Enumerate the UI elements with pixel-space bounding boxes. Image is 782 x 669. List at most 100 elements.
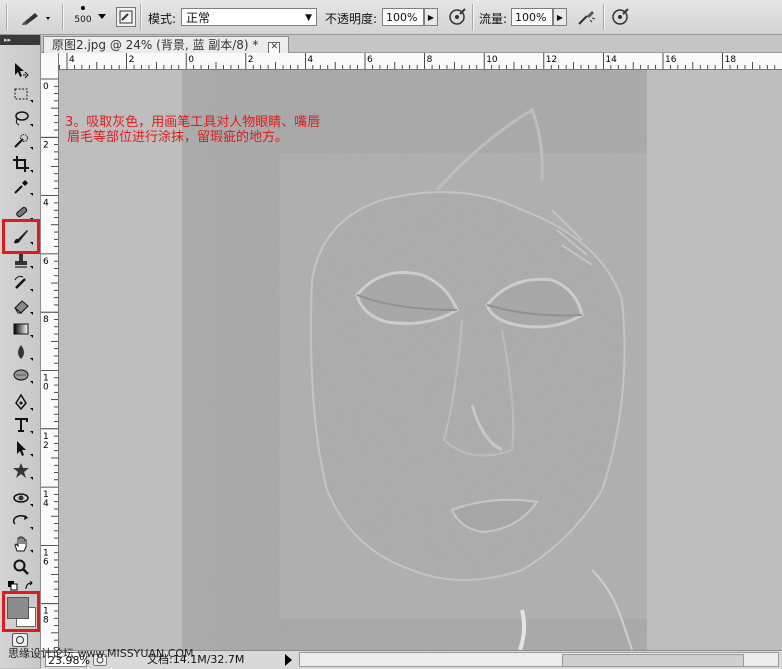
flow-label: 流量: [479,12,508,26]
options-bar: 500 模式: 正常 ▼ 不透明度: 100% ▶ 流量: 100% ▶ [0,0,782,35]
brush-panel-toggle-button[interactable] [116,7,136,27]
flow-pressure-button[interactable] [609,6,631,28]
ruler-label: 18 [725,55,737,65]
brush-preset-icon [22,13,50,26]
marquee-tool[interactable] [8,83,34,105]
eraser-tool[interactable] [8,295,34,317]
quick-select-tool[interactable] [8,130,34,152]
ruler-label: 16 [665,55,677,65]
flow-slider-button[interactable]: ▶ [553,8,567,26]
tutorial-annotation: 3。吸取灰色，用画笔工具对人物眼睛、嘴唇 眉毛等部位进行涂抹，留瑕疵的地方。 [65,115,320,145]
tools-panel: ▸▸ [0,35,41,668]
eyedropper-tool[interactable] [8,176,34,198]
path-select-tool[interactable] [8,437,34,459]
gradient-tool[interactable] [8,318,34,340]
shape-tool[interactable] [8,460,34,482]
type-tool[interactable] [8,414,34,436]
lasso-icon [15,111,29,126]
ruler-label: 2 [248,55,254,65]
vertical-ruler-scale: 024681012141618 [41,78,58,648]
horizontal-ruler-scale: 4 2 0 2 4 6 8 10 12 14 16 18 [59,53,776,69]
3d-orbit-tool[interactable] [8,510,34,532]
tool-preset-picker[interactable] [20,8,56,28]
opacity-input[interactable]: 100% [382,8,424,26]
opacity-label: 不透明度: [325,12,378,26]
swap-colors-icon[interactable] [24,581,34,591]
ruler-label: 4 [307,55,313,65]
pen-icon [15,393,27,411]
ruler-label: 2 [43,140,49,150]
default-colors-icon[interactable] [8,581,18,591]
ruler-label: 8 [427,55,433,65]
document-tab-title: 原图2.jpg @ 24% (背景, 蓝 副本/8) * [52,38,259,52]
zoom-icon [13,559,29,575]
ruler-label: 4 [43,199,49,209]
shape-icon [13,463,29,478]
dodge-tool[interactable] [8,364,34,386]
zoom-tool[interactable] [8,556,34,578]
ruler-label: 6 [367,55,373,65]
airbrush-button[interactable] [575,6,597,28]
3d-rotate-icon [13,493,29,503]
document-tab-bar: 原图2.jpg @ 24% (背景, 蓝 副本/8) * ✕ [41,35,782,54]
brush-size-picker[interactable]: 500 [70,3,96,31]
options-bar-grip [6,4,8,30]
quick-select-icon [14,134,28,148]
opacity-value: 100% [386,11,418,24]
history-brush-tool[interactable] [8,272,34,294]
status-menu-arrow-icon[interactable] [285,654,292,666]
pen-tool[interactable] [8,391,34,413]
ruler-label: 6 [43,557,49,567]
mode-label: 模式: [148,12,177,26]
move-tool[interactable] [8,59,34,81]
ruler-label: 12 [546,55,557,65]
lasso-tool[interactable] [8,107,34,129]
blur-tool[interactable] [8,341,34,363]
photo-layer [182,70,647,650]
blur-icon [18,345,24,359]
document-window: 原图2.jpg @ 24% (背景, 蓝 副本/8) * ✕ 4 2 0 2 4 6 8 10… [41,35,782,669]
brush-tip-icon [81,6,85,10]
vertical-ruler[interactable]: 024681012141618 [41,69,59,650]
canvas[interactable]: 3。吸取灰色，用画笔工具对人物眼睛、嘴唇 眉毛等部位进行涂抹，留瑕疵的地方。 [59,70,782,650]
dodge-icon [13,369,29,381]
chevron-right-icon: ▶ [556,13,564,22]
color-swatch-highlight [2,591,40,632]
crop-tool[interactable] [8,153,34,175]
horizontal-ruler[interactable]: 4 2 0 2 4 6 8 10 12 14 16 18 [59,53,782,70]
chevron-down-icon: ▼ [305,13,312,23]
flow-input[interactable]: 100% [511,8,553,26]
brush-tool-highlight [2,219,40,254]
marquee-icon [14,88,28,100]
hand-tool[interactable] [8,533,34,555]
type-icon [15,418,28,432]
ruler-label: 8 [43,315,49,325]
annotation-line-2: 眉毛等部位进行涂抹，留瑕疵的地方。 [67,130,289,145]
eyedropper-icon [14,180,28,194]
flow-value: 100% [515,11,547,24]
opacity-pressure-button[interactable] [446,6,468,28]
ruler-label: 10 [486,55,498,65]
chevron-right-icon: ▶ [427,13,435,22]
path-select-icon [17,441,26,456]
gradient-icon [13,323,29,335]
brush-size-value: 500 [74,15,92,25]
mode-select-value: 正常 [186,11,211,25]
tools-panel-grip[interactable]: ▸▸ [0,35,40,45]
ruler-label: 0 [43,383,49,393]
ruler-label: 8 [43,616,49,626]
move-icon [15,63,29,79]
ruler-label: 0 [188,55,194,65]
brush-size-dropdown-icon[interactable] [98,14,106,20]
3d-rotate-tool[interactable] [8,487,34,509]
history-brush-icon [14,275,26,289]
document-tab[interactable]: 原图2.jpg @ 24% (背景, 蓝 副本/8) * ✕ [43,36,290,54]
ruler-origin[interactable] [41,53,59,70]
opacity-slider-button[interactable]: ▶ [424,8,438,26]
mode-select[interactable]: 正常 ▼ [181,8,317,26]
horizontal-scroll-thumb[interactable] [562,654,744,667]
ruler-label: 2 [129,55,135,65]
crop-icon [13,156,29,172]
brush-panel-icon [119,10,133,24]
horizontal-scrollbar[interactable] [299,652,779,667]
